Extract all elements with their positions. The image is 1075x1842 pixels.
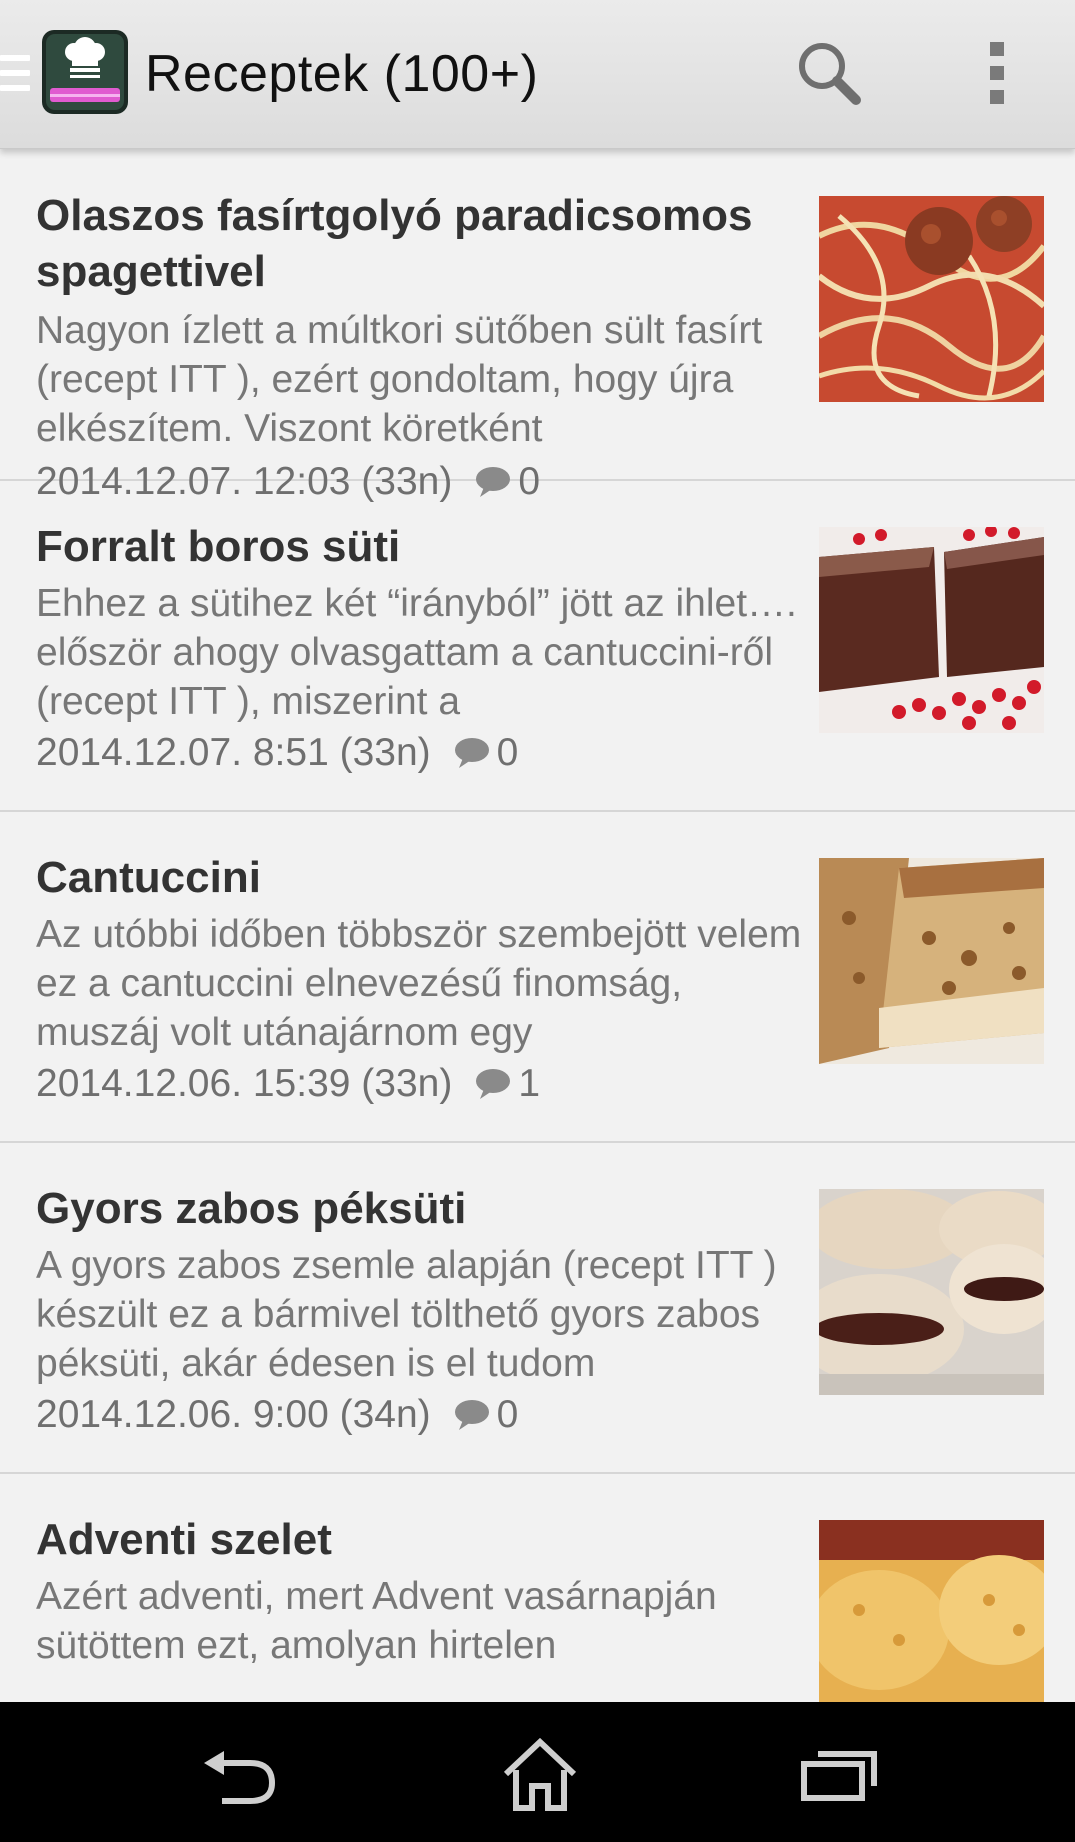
list-item[interactable]: Olaszos fasírtgolyó paradicsomos spagett… [0,150,1075,503]
recent-apps-icon [801,1751,877,1801]
comment-icon [454,738,489,768]
post-meta: 2014.12.07. 8:51 (33n) 0 [36,731,518,775]
post-excerpt: Azért adventi, mert Advent vasárnapján s… [36,1575,717,1667]
back-button[interactable] [180,1730,300,1820]
post-excerpt: Ehhez a sütihez két “irányból” jött az i… [36,582,797,723]
app-logo-icon[interactable] [40,28,130,116]
home-button[interactable] [480,1730,600,1820]
post-title: Gyors zabos péksüti [36,1184,467,1233]
post-thumbnail-advent-slice [819,1520,1044,1702]
post-list[interactable]: Olaszos fasírtgolyó paradicsomos spagett… [0,150,1075,1702]
post-title: Adventi szelet [36,1515,332,1564]
overflow-menu-icon [990,42,1004,104]
post-excerpt: Az utóbbi időben többször szembejött vel… [36,913,802,1054]
list-item[interactable]: Adventi szelet Azért adventi, mert Adven… [0,1474,1075,1702]
post-date: 2014.12.07. 8:51 (33n) [36,731,431,774]
post-thumbnail-cantuccini [819,858,1044,1064]
post-excerpt: Nagyon ízlett a múltkori sütőben sült fa… [36,309,763,450]
list-item[interactable]: Forralt boros süti Ehhez a sütihez két “… [0,481,1075,812]
post-date: 2014.12.06. 9:00 (34n) [36,1393,431,1436]
back-icon [204,1751,276,1804]
post-thumbnail-spaghetti [819,196,1044,402]
post-meta: 2014.12.06. 9:00 (34n) 0 [36,1393,518,1437]
comment-icon [454,1400,489,1430]
post-title: Olaszos fasírtgolyó paradicsomos spagett… [36,191,753,296]
app-title: Receptek (100+) [145,45,539,103]
post-excerpt: A gyors zabos zsemle alapján (recept ITT… [36,1244,777,1385]
system-nav-bar [0,1702,1075,1842]
post-title: Forralt boros süti [36,522,401,571]
list-item[interactable]: Cantuccini Az utóbbi időben többször sze… [0,812,1075,1143]
comment-count: 0 [453,1393,518,1437]
drawer-indicator-icon[interactable] [0,55,30,100]
action-bar: Receptek (100+) [0,0,1075,149]
post-title: Cantuccini [36,853,261,902]
list-item[interactable]: Gyors zabos péksüti A gyors zabos zsemle… [0,1143,1075,1474]
search-button[interactable] [784,28,874,118]
comment-count: 1 [474,1062,540,1106]
comment-icon [476,1069,511,1099]
post-thumbnail-pastry [819,1189,1044,1395]
home-icon [503,1738,577,1811]
post-meta: 2014.12.06. 15:39 (33n) 1 [36,1062,540,1106]
overflow-menu-button[interactable] [952,28,1042,118]
post-thumbnail-cake [819,527,1044,733]
post-date: 2014.12.06. 15:39 (33n) [36,1062,453,1105]
comment-count: 0 [453,731,518,775]
search-icon [799,43,861,105]
recent-apps-button[interactable] [780,1730,900,1820]
